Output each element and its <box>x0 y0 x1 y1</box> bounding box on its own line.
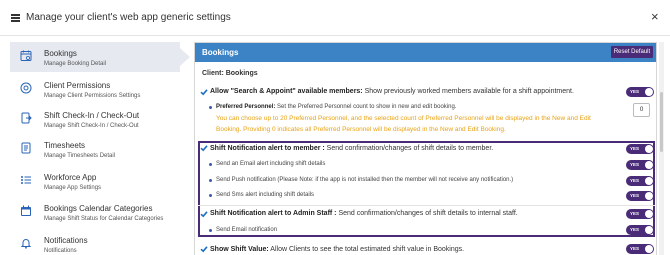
reset-default-button[interactable]: Reset Default <box>611 46 653 58</box>
sidebar-item-client-permissions[interactable]: Client Permissions Manage Client Permiss… <box>10 74 180 104</box>
sms-alert-toggle[interactable]: YES <box>626 191 654 201</box>
sidebar-item-title: Bookings Calendar Categories <box>44 204 153 213</box>
checkmark-icon <box>200 246 208 253</box>
preferred-personnel-label: Preferred Personnel: Set the Preferred P… <box>216 104 457 110</box>
sidebar-item-subtitle: Notifications <box>44 248 77 254</box>
bookings-icon <box>20 50 32 61</box>
sidebar-item-subtitle: Manage Timesheets Detail <box>44 153 116 159</box>
bullet-dot <box>209 106 212 109</box>
sidebar-item-title: Timesheets <box>44 141 86 150</box>
hamburger-menu-icon[interactable] <box>11 14 20 22</box>
sidebar-item-title: Bookings <box>44 49 77 58</box>
bullet-dot <box>209 163 212 166</box>
sidebar-item-title: Workforce App <box>44 173 97 182</box>
sidebar-item-notifications[interactable]: Notifications Notifications <box>10 229 180 255</box>
sidebar-item-workforce-app[interactable]: Workforce App Manage App Settings <box>10 166 180 196</box>
sidebar-item-calendar-categories[interactable]: Bookings Calendar Categories Manage Shif… <box>10 197 180 227</box>
show-shift-value-toggle[interactable]: YES <box>626 244 654 254</box>
page-title: Manage your client's web app generic set… <box>26 12 231 23</box>
bullet-dot <box>209 229 212 232</box>
sidebar-item-subtitle: Manage App Settings <box>44 185 102 191</box>
shift-notification-admin-label: Shift Notification alert to Admin Staff … <box>210 210 518 217</box>
calendar-icon <box>21 205 31 216</box>
email-alert-label: Send an Email alert including shift deta… <box>216 161 326 167</box>
permissions-icon <box>20 82 32 94</box>
panel-header: Bookings Reset Default <box>195 43 656 62</box>
bullet-dot <box>209 179 212 182</box>
sidebar-item-timesheets[interactable]: Timesheets Manage Timesheets Detail <box>10 134 180 164</box>
sidebar-item-title: Notifications <box>44 236 88 245</box>
admin-email-notification-toggle[interactable]: YES <box>626 225 654 235</box>
bell-icon <box>20 239 32 249</box>
checkin-icon <box>21 112 32 124</box>
shift-notification-admin-toggle[interactable]: YES <box>626 209 654 219</box>
email-alert-toggle[interactable]: YES <box>626 160 654 170</box>
section-title: Client: Bookings <box>202 70 258 77</box>
push-notification-label: Send Push notification (Please Note: if … <box>216 177 514 183</box>
divider <box>198 205 655 206</box>
allow-search-appoint-toggle[interactable]: YES <box>626 87 654 97</box>
admin-email-notification-label: Send Email notification <box>216 227 278 233</box>
panel-scrollbar[interactable] <box>659 42 664 255</box>
dialog-header: Manage your client's web app generic set… <box>0 0 670 36</box>
preferred-personnel-note-line1: You can choose up to 20 Preferred Person… <box>216 115 591 122</box>
sidebar-item-subtitle: Manage Shift Status for Calendar Categor… <box>44 216 164 222</box>
preferred-personnel-note-line2: Booking. Providing 0 indicates all Prefe… <box>216 126 506 133</box>
sidebar-item-title: Shift Check-In / Check-Out <box>44 111 140 120</box>
notification-settings-highlight <box>198 141 655 237</box>
close-icon[interactable]: × <box>651 10 659 23</box>
workforce-app-icon <box>21 176 31 184</box>
sidebar-item-title: Client Permissions <box>44 81 111 90</box>
push-notification-toggle[interactable]: YES <box>626 176 654 186</box>
panel-title: Bookings <box>202 48 239 57</box>
shift-notification-member-label: Shift Notification alert to member : Sen… <box>210 145 494 152</box>
sidebar-item-subtitle: Manage Booking Detail <box>44 61 107 67</box>
shift-notification-member-toggle[interactable]: YES <box>626 144 654 154</box>
show-shift-value-label: Show Shift Value: Allow Clients to see t… <box>210 246 465 253</box>
bullet-dot <box>209 194 212 197</box>
scrollbar-thumb[interactable] <box>660 92 663 152</box>
sidebar-item-subtitle: Manage Client Permissions Settings <box>44 93 141 99</box>
checkmark-icon <box>200 89 208 96</box>
allow-search-appoint-label: Allow "Search & Appoint" available membe… <box>210 88 574 95</box>
sms-alert-label: Send Sms alert including shift details <box>216 192 315 198</box>
timesheets-icon <box>21 142 31 154</box>
sidebar-item-bookings[interactable]: Bookings Manage Booking Detail <box>10 42 190 72</box>
sidebar-item-shift-checkin[interactable]: Shift Check-In / Check-Out Manage Shift … <box>10 104 180 134</box>
checkmark-icon <box>200 145 208 152</box>
preferred-personnel-count-input[interactable]: 0 <box>633 103 650 117</box>
settings-sidebar: Bookings Manage Booking Detail Client Pe… <box>0 37 190 255</box>
checkmark-icon <box>200 211 208 218</box>
sidebar-item-subtitle: Manage Shift Check-In / Check-Out <box>44 123 139 129</box>
